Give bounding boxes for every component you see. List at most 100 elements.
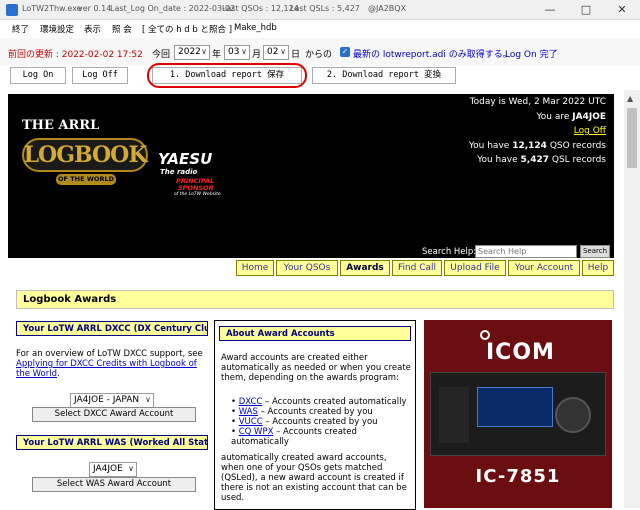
nav-upload-file[interactable]: Upload File xyxy=(444,260,506,276)
vucc-link[interactable]: VUCC xyxy=(239,417,263,427)
radio-display xyxy=(477,387,553,427)
today-date: Today is Wed, 2 Mar 2022 UTC xyxy=(469,97,606,107)
dxcc-credits-link[interactable]: Applying for DXCC Credits with Logbook o… xyxy=(16,359,197,379)
sponsor-sponsor: SPONSOR xyxy=(178,184,214,192)
close-button[interactable]: ✕ xyxy=(604,0,640,20)
window-title-last-qsos: Last QSOs : 12,124 xyxy=(222,4,299,13)
latest-only-checkbox[interactable]: ✓ xyxy=(340,47,350,57)
latest-only-label: 最新の lotwreport.adi のみ取得する。 xyxy=(353,50,512,60)
cq-wpx-link[interactable]: CQ WPX xyxy=(239,427,274,437)
year-unit: 年 xyxy=(212,50,222,60)
logo-logbook: LOGBOOK xyxy=(23,142,148,168)
about-list-item: • DXCC – Accounts created automatically xyxy=(231,397,407,407)
search-help-label: Search Help: xyxy=(422,247,477,257)
window-title-app: LoTW2Thw.exe xyxy=(22,4,82,13)
sponsor-tagline: The radio xyxy=(160,168,198,176)
logo-of-the-world: OF THE WORLD xyxy=(57,175,115,183)
dxcc-link[interactable]: DXCC xyxy=(239,397,263,407)
nav-your-qsos[interactable]: Your QSOs xyxy=(276,260,338,276)
logo-the-arrl: THE ARRL xyxy=(22,118,100,133)
dxcc-overview-text: For an overview of LoTW DXCC support, se… xyxy=(16,349,203,359)
sponsor-sub: of the LoTW Website xyxy=(174,192,221,197)
icom-brand: ICOM xyxy=(486,340,555,365)
was-header: Your LoTW ARRL WAS (Worked All States) A… xyxy=(16,435,208,450)
about-list-item: • CQ WPX – Accounts created automaticall… xyxy=(231,427,357,447)
qso-prefix: You have xyxy=(468,141,510,151)
radio-image xyxy=(430,372,606,456)
select-dxcc-button[interactable]: Select DXCC Award Account xyxy=(32,407,196,422)
scroll-thumb[interactable] xyxy=(627,108,637,168)
icom-ad[interactable]: ICOM IC-7851 xyxy=(424,320,612,508)
qsl-count: 5,427 xyxy=(520,155,549,165)
log-off-link[interactable]: Log Off xyxy=(574,126,606,136)
window-title-bar: LoTW2Thw.exe ver 0.14 Last_Log On_date :… xyxy=(0,0,640,20)
qso-records: You have 12,124 QSO records xyxy=(469,141,606,151)
menu-settings[interactable]: 環境設定 xyxy=(40,23,74,35)
menu-match-all-hdb[interactable]: [ 全ての h d b と照合 ] xyxy=(142,23,232,35)
about-list: • DXCC – Accounts created automatically … xyxy=(231,397,413,447)
about-list-item: • WAS – Accounts created by you xyxy=(231,407,373,417)
dxcc-account-select[interactable]: JA4JOE - JAPAN xyxy=(70,393,154,408)
window-title-call: @JA2BQX xyxy=(368,4,407,13)
qso-suffix: QSO records xyxy=(549,141,606,151)
download-report-convert-button[interactable]: 2. Download report 変換 xyxy=(312,67,456,84)
nav-home[interactable]: Home xyxy=(236,260,274,276)
minimize-button[interactable]: — xyxy=(532,0,568,20)
day-unit: 日 xyxy=(291,50,301,60)
qso-count: 12,124 xyxy=(512,141,547,151)
about-text-1: Award accounts are created either automa… xyxy=(221,353,411,383)
dxcc-overview-end: . xyxy=(57,369,60,379)
log-on-button[interactable]: Log On xyxy=(10,67,66,84)
app-icon xyxy=(6,4,18,16)
scroll-up-icon[interactable]: ▲ xyxy=(627,94,633,103)
logon-status: Log On 完了 xyxy=(505,50,558,60)
about-header: About Award Accounts xyxy=(219,326,411,341)
from-label: からの xyxy=(305,50,333,60)
window-title-last-qsls: Last QSLs : 5,427 xyxy=(290,4,360,13)
about-list-text: – Accounts created automatically xyxy=(262,397,407,407)
search-button[interactable]: Search xyxy=(580,245,610,258)
nav-find-call[interactable]: Find Call xyxy=(392,260,442,276)
about-list-text: – Accounts created by you xyxy=(257,407,373,417)
menu-lookup[interactable]: 照 会 xyxy=(112,23,132,35)
vertical-scrollbar[interactable]: ▲ xyxy=(624,90,640,508)
qsl-prefix: You have xyxy=(477,155,518,165)
was-link[interactable]: WAS xyxy=(239,407,258,417)
dxcc-overview: For an overview of LoTW DXCC support, se… xyxy=(16,349,208,379)
today-label: 今回 xyxy=(152,50,171,60)
callsign: JA4JOE xyxy=(572,112,606,122)
radio-knob xyxy=(555,397,591,433)
maximize-button[interactable]: □ xyxy=(568,0,604,20)
year-select[interactable]: 2022 xyxy=(174,45,210,60)
window-title-version: ver 0.14 xyxy=(78,4,112,13)
control-panel: 前回の更新 : 2022-02-02 17:52 今回 2022 年 03 月 … xyxy=(0,38,640,66)
nav-help[interactable]: Help xyxy=(582,260,614,276)
about-award-box: About Award Accounts Award accounts are … xyxy=(214,320,416,510)
log-off-button[interactable]: Log Off xyxy=(72,67,128,84)
dxcc-header: Your LoTW ARRL DXCC (DX Century Club) Ac xyxy=(16,321,208,336)
nav-awards[interactable]: Awards xyxy=(340,260,390,276)
qsl-suffix: QSL records xyxy=(551,155,606,165)
about-list-text: – Accounts created by you xyxy=(262,417,378,427)
radio-left-panel xyxy=(439,387,469,443)
qsl-records: You have 5,427 QSL records xyxy=(477,155,606,165)
window-title-last-logon: Last_Log On_date : 2022-03-02 xyxy=(110,4,236,13)
day-select[interactable]: 02 xyxy=(263,45,289,60)
prev-update-label: 前回の更新 : 2022-02-02 17:52 xyxy=(8,50,143,60)
menu-bar: 終了 環境設定 表示 照 会 [ 全ての h d b と照合 ] Make_hd… xyxy=(0,20,640,37)
select-was-button[interactable]: Select WAS Award Account xyxy=(32,477,196,492)
you-are: You are JA4JOE xyxy=(536,112,606,122)
nav-your-account[interactable]: Your Account xyxy=(508,260,580,276)
lotw-header: THE ARRL LOGBOOK OF THE WORLD YAESU The … xyxy=(8,94,614,258)
search-help-input[interactable] xyxy=(475,245,577,258)
menu-exit[interactable]: 終了 xyxy=(12,23,29,35)
icom-logo-mark xyxy=(480,330,490,340)
highlight-circle xyxy=(147,63,307,88)
menu-view[interactable]: 表示 xyxy=(84,23,101,35)
section-title: Logbook Awards xyxy=(16,290,614,309)
menu-make-hdb[interactable]: Make_hdb xyxy=(234,23,277,33)
was-account-select[interactable]: JA4JOE xyxy=(89,462,137,477)
month-select[interactable]: 03 xyxy=(224,45,250,60)
month-unit: 月 xyxy=(252,50,262,60)
about-list-item: • VUCC – Accounts created by you xyxy=(231,417,378,427)
